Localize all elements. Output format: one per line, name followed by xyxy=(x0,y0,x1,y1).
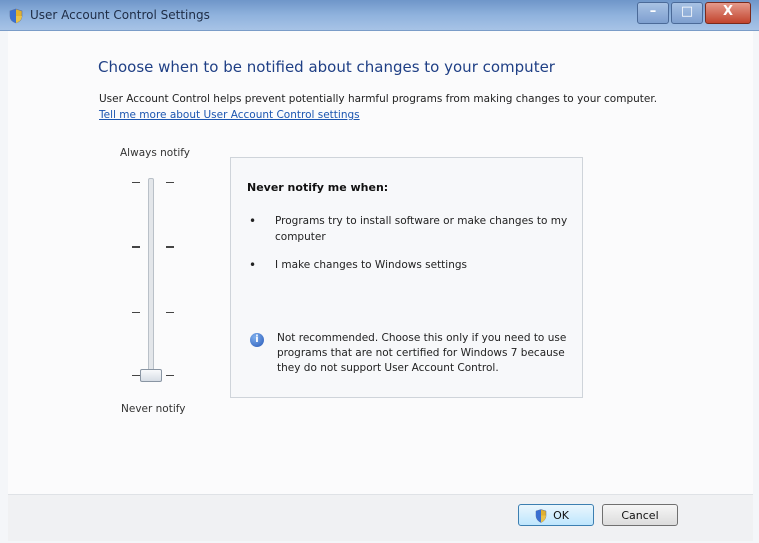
uac-settings-window: User Account Control Settings – □ X Choo… xyxy=(0,0,759,543)
warning-text: Not recommended. Choose this only if you… xyxy=(277,332,567,374)
slider-tick-left xyxy=(132,246,140,248)
slider-top-label: Always notify xyxy=(120,147,190,159)
level-description-box: Never notify me when: • Programs try to … xyxy=(230,157,583,398)
slider-tick-right xyxy=(166,375,174,376)
maximize-icon: □ xyxy=(680,4,694,19)
cancel-button[interactable]: Cancel xyxy=(602,504,678,526)
minimize-button[interactable]: – xyxy=(637,2,669,24)
ok-button[interactable]: OK xyxy=(518,504,594,526)
ok-button-label: OK xyxy=(553,509,569,522)
slider-tick-left xyxy=(132,312,140,313)
close-button[interactable]: X xyxy=(705,2,751,24)
learn-more-link[interactable]: Tell me more about User Account Control … xyxy=(99,109,360,121)
window-title: User Account Control Settings xyxy=(30,8,210,22)
slider-tick-right xyxy=(166,246,174,248)
info-icon: i xyxy=(250,333,264,347)
list-item-text: I make changes to Windows settings xyxy=(275,259,468,271)
slider-track[interactable] xyxy=(148,178,154,380)
slider-tick-right xyxy=(166,182,174,183)
maximize-button[interactable]: □ xyxy=(671,2,703,24)
close-icon: X xyxy=(722,4,734,19)
title-bar[interactable]: User Account Control Settings – □ X xyxy=(0,0,759,31)
content-area: Choose when to be notified about changes… xyxy=(8,31,753,494)
list-item: • Programs try to install software or ma… xyxy=(249,213,579,247)
slider-thumb[interactable] xyxy=(140,369,162,382)
dialog-footer: OK Cancel xyxy=(8,494,753,541)
slider-bottom-label: Never notify xyxy=(121,403,186,415)
list-item: • I make changes to Windows settings xyxy=(249,257,579,275)
slider-tick-left xyxy=(132,375,140,376)
cancel-button-label: Cancel xyxy=(621,509,659,522)
bullet-glyph: • xyxy=(249,258,257,272)
description-text: User Account Control helps prevent poten… xyxy=(99,93,658,105)
level-description-title: Never notify me when: xyxy=(247,181,389,194)
page-heading: Choose when to be notified about changes… xyxy=(98,58,555,76)
bullet-glyph: • xyxy=(249,214,257,228)
slider-tick-left xyxy=(132,182,140,183)
minimize-icon: – xyxy=(649,4,657,19)
shield-icon xyxy=(9,8,23,24)
slider-tick-right xyxy=(166,312,174,313)
caption-buttons: – □ X xyxy=(635,2,751,24)
list-item-text: Programs try to install software or make… xyxy=(275,215,568,243)
